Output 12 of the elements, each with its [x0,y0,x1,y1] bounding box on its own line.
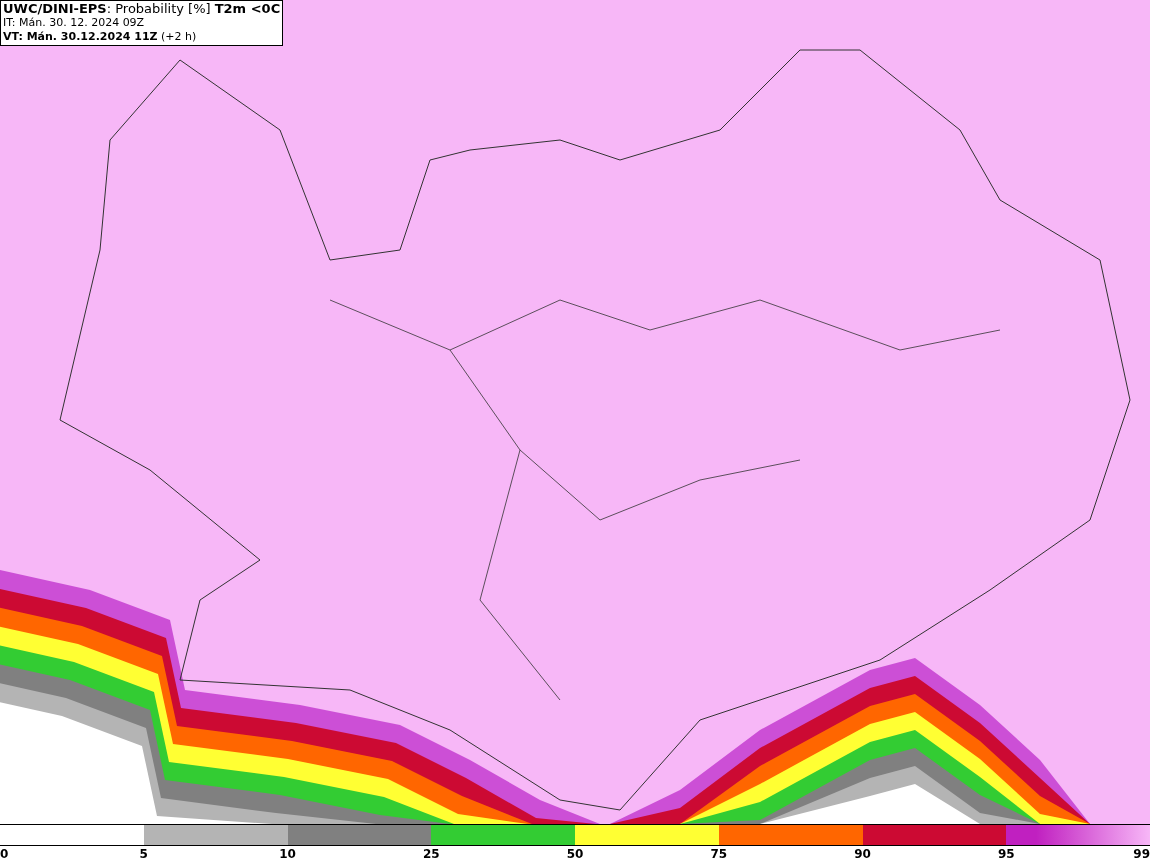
legend-tick-label: 95 [997,846,1015,862]
map-time-label: VT: Mán. 30.12.2024 11Z (+2 h) [3,30,198,44]
legend-tick-label: 10 [279,846,296,862]
legend-tick-label: 5 [139,846,148,862]
map-time-label: IT: Mán. 30. 12. 2024 09Z [3,16,146,30]
legend-tick-label: 25 [422,846,440,862]
legend-tick-label: 50 [566,846,584,862]
map-title: UWC/DINI-EPS: Probability [%] T2m <0C [3,2,281,16]
legend-tick-label: 99 [1133,846,1150,862]
legend-tick-label: 90 [854,846,871,862]
legend-tick-label: 75 [710,846,728,862]
legend-tick-label: 0 [0,846,9,862]
